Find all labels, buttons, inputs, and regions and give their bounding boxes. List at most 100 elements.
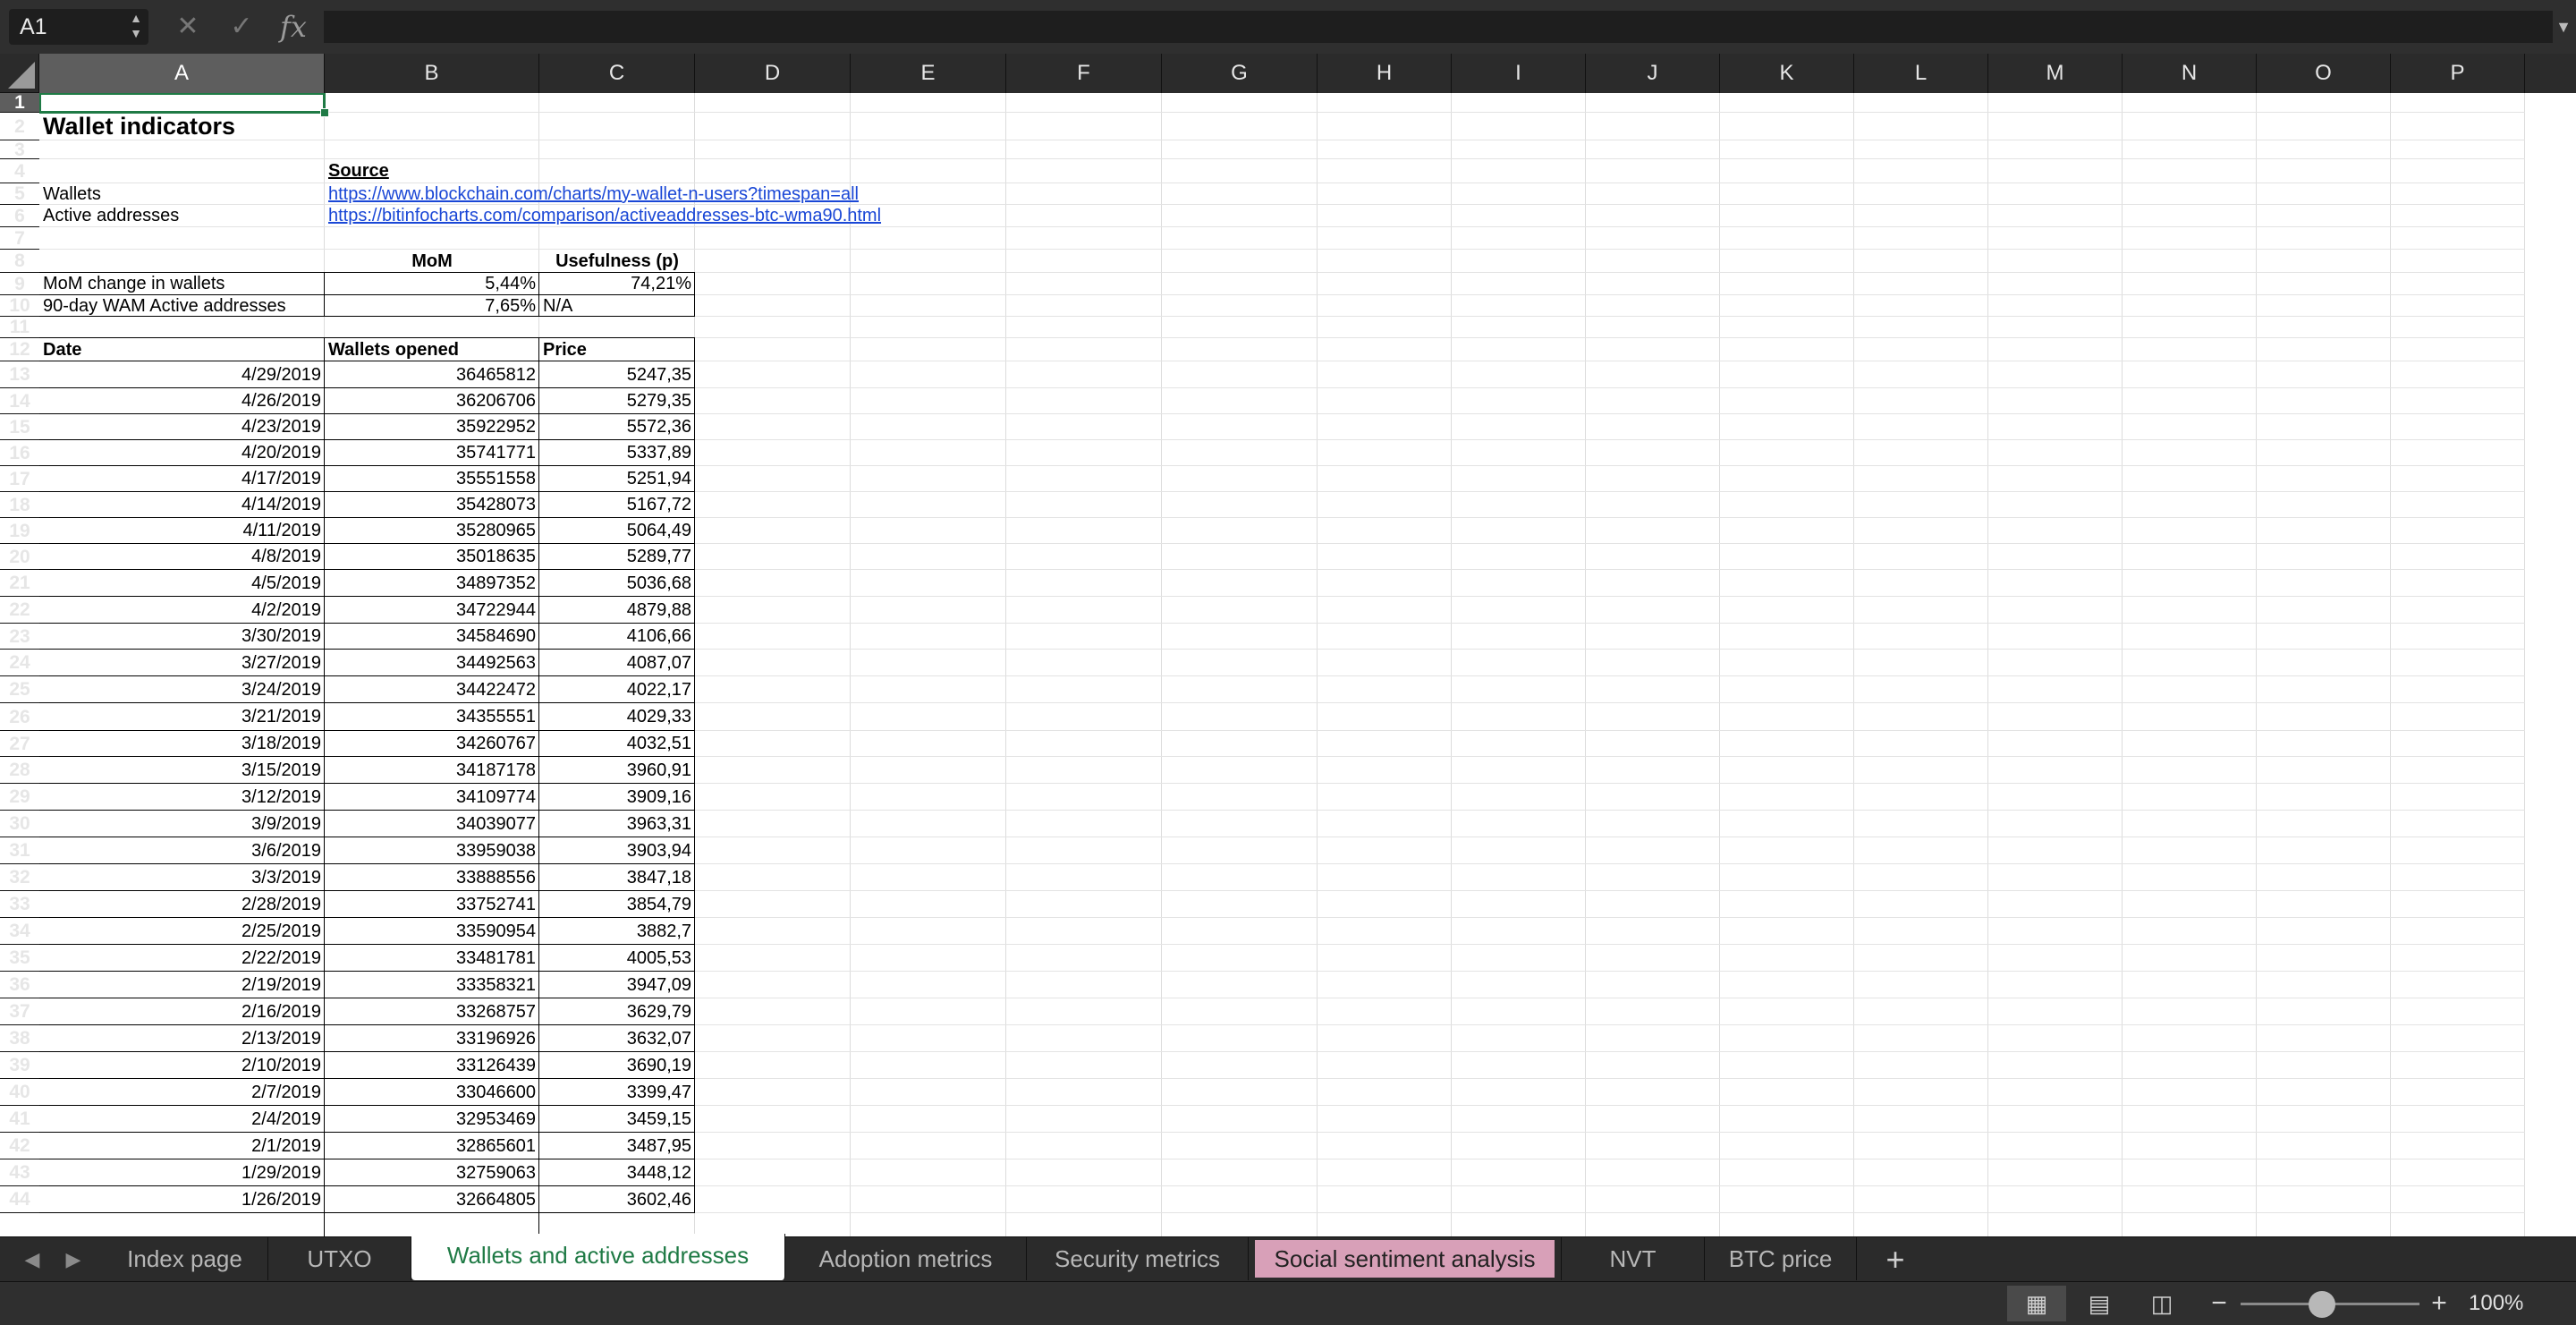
row-header-3[interactable]: 3	[0, 140, 39, 159]
normal-view-icon[interactable]: ▦	[2007, 1286, 2066, 1321]
row-header-2[interactable]: 2	[0, 113, 39, 140]
column-header-d[interactable]: D	[695, 54, 851, 93]
row-header-4[interactable]: 4	[0, 159, 39, 183]
row-header-24[interactable]: 24	[0, 650, 39, 676]
select-all-corner[interactable]	[0, 54, 39, 93]
table-cell-wallets: 34109774	[456, 787, 536, 807]
row-header-43[interactable]: 43	[0, 1159, 39, 1186]
row-header-10[interactable]: 10	[0, 295, 39, 317]
row-header-26[interactable]: 26	[0, 703, 39, 731]
row-header-44[interactable]: 44	[0, 1186, 39, 1213]
table-cell-date: 3/30/2019	[242, 626, 321, 646]
row-header-30[interactable]: 30	[0, 811, 39, 837]
row-header-5[interactable]: 5	[0, 183, 39, 205]
column-header-p[interactable]: P	[2391, 54, 2525, 93]
column-header-f[interactable]: F	[1006, 54, 1162, 93]
column-header-c[interactable]: C	[539, 54, 695, 93]
row-header-21[interactable]: 21	[0, 570, 39, 597]
row-header-8[interactable]: 8	[0, 250, 39, 273]
row-header-28[interactable]: 28	[0, 757, 39, 784]
row-header-38[interactable]: 38	[0, 1025, 39, 1052]
gridline-horizontal	[39, 112, 2525, 113]
column-header-j[interactable]: J	[1586, 54, 1720, 93]
row-header-27[interactable]: 27	[0, 731, 39, 757]
row-header-15[interactable]: 15	[0, 414, 39, 440]
column-header-g[interactable]: G	[1162, 54, 1318, 93]
zoom-level: 100%	[2469, 1291, 2524, 1315]
row-header-1[interactable]: 1	[0, 93, 39, 113]
column-header-n[interactable]: N	[2123, 54, 2257, 93]
table-cell-date: 4/20/2019	[242, 443, 321, 463]
row-header-25[interactable]: 25	[0, 676, 39, 703]
row-header-34[interactable]: 34	[0, 918, 39, 945]
row-header-19[interactable]: 19	[0, 518, 39, 544]
zoom-in-button[interactable]: +	[2426, 1286, 2453, 1321]
sheet-tab-adoption-metrics[interactable]: Adoption metrics	[785, 1237, 1027, 1280]
cancel-icon[interactable]: ✕	[172, 11, 204, 43]
row-header-14[interactable]: 14	[0, 388, 39, 414]
insert-function-icon[interactable]: fx	[277, 11, 309, 43]
row-header-40[interactable]: 40	[0, 1079, 39, 1106]
gridline-vertical	[1719, 93, 1720, 1236]
row-header-39[interactable]: 39	[0, 1052, 39, 1079]
zoom-slider-thumb[interactable]	[2309, 1291, 2335, 1318]
row-header-20[interactable]: 20	[0, 544, 39, 570]
column-header-h[interactable]: H	[1318, 54, 1452, 93]
sheet-tab-social-sentiment-analysis[interactable]: Social sentiment analysis	[1249, 1237, 1562, 1280]
gridline-vertical	[2122, 93, 2123, 1236]
row-header-16[interactable]: 16	[0, 440, 39, 466]
sheet-tab-index-page[interactable]: Index page	[102, 1237, 268, 1280]
source-link[interactable]: https://www.blockchain.com/charts/my-wal…	[325, 183, 1130, 205]
page-break-view-icon[interactable]: ◫	[2132, 1286, 2191, 1321]
row-header-33[interactable]: 33	[0, 891, 39, 918]
sheet-tab-btc-price[interactable]: BTC price	[1705, 1237, 1857, 1280]
row-header-35[interactable]: 35	[0, 945, 39, 972]
row-header-11[interactable]: 11	[0, 317, 39, 338]
prev-sheet-icon[interactable]: ◀	[14, 1237, 50, 1282]
row-header-13[interactable]: 13	[0, 361, 39, 388]
column-header-a[interactable]: A	[39, 54, 325, 93]
row-header-17[interactable]: 17	[0, 466, 39, 492]
page-layout-view-icon[interactable]: ▤	[2070, 1286, 2129, 1321]
table-cell-price: 3690,19	[626, 1056, 691, 1075]
row-header-7[interactable]: 7	[0, 227, 39, 250]
row-header-41[interactable]: 41	[0, 1106, 39, 1133]
row-header-31[interactable]: 31	[0, 837, 39, 864]
cell-area[interactable]: Wallet indicators Source Wallets https://ww…	[39, 93, 2576, 1236]
source-link[interactable]: https://bitinfocharts.com/comparison/act…	[325, 205, 1130, 227]
active-cell-selection[interactable]	[39, 93, 326, 114]
column-header-m[interactable]: M	[1988, 54, 2123, 93]
table-cell-wallets: 33752741	[456, 895, 536, 914]
add-sheet-button[interactable]: +	[1864, 1237, 1927, 1282]
table-cell-wallets: 35741771	[456, 443, 536, 463]
row-header-22[interactable]: 22	[0, 597, 39, 624]
row-header-36[interactable]: 36	[0, 972, 39, 998]
row-header-18[interactable]: 18	[0, 492, 39, 518]
row-header-6[interactable]: 6	[0, 205, 39, 227]
formula-input[interactable]	[324, 11, 2553, 43]
chevron-down-icon[interactable]: ▼	[2555, 11, 2572, 43]
column-header-l[interactable]: L	[1854, 54, 1988, 93]
column-header-e[interactable]: E	[851, 54, 1006, 93]
zoom-out-button[interactable]: −	[2206, 1286, 2233, 1321]
fill-handle[interactable]	[320, 108, 329, 117]
row-header-29[interactable]: 29	[0, 784, 39, 811]
sheet-tab-security-metrics[interactable]: Security metrics	[1027, 1237, 1249, 1280]
column-header-o[interactable]: O	[2257, 54, 2391, 93]
name-box-stepper-icon[interactable]: ▲ ▼	[125, 11, 147, 43]
sheet-tab-utxo[interactable]: UTXO	[268, 1237, 411, 1280]
column-header-k[interactable]: K	[1720, 54, 1854, 93]
table-cell-wallets: 34187178	[456, 760, 536, 780]
next-sheet-icon[interactable]: ▶	[55, 1237, 91, 1282]
row-header-32[interactable]: 32	[0, 864, 39, 891]
confirm-icon[interactable]: ✓	[225, 11, 258, 43]
row-header-42[interactable]: 42	[0, 1133, 39, 1159]
sheet-tab-wallets-and-active-addresses[interactable]: Wallets and active addresses	[411, 1234, 785, 1280]
sheet-tab-nvt[interactable]: NVT	[1562, 1237, 1705, 1280]
row-header-12[interactable]: 12	[0, 338, 39, 361]
row-header-37[interactable]: 37	[0, 998, 39, 1025]
row-header-23[interactable]: 23	[0, 624, 39, 650]
column-header-b[interactable]: B	[325, 54, 539, 93]
row-header-9[interactable]: 9	[0, 273, 39, 295]
column-header-i[interactable]: I	[1452, 54, 1586, 93]
